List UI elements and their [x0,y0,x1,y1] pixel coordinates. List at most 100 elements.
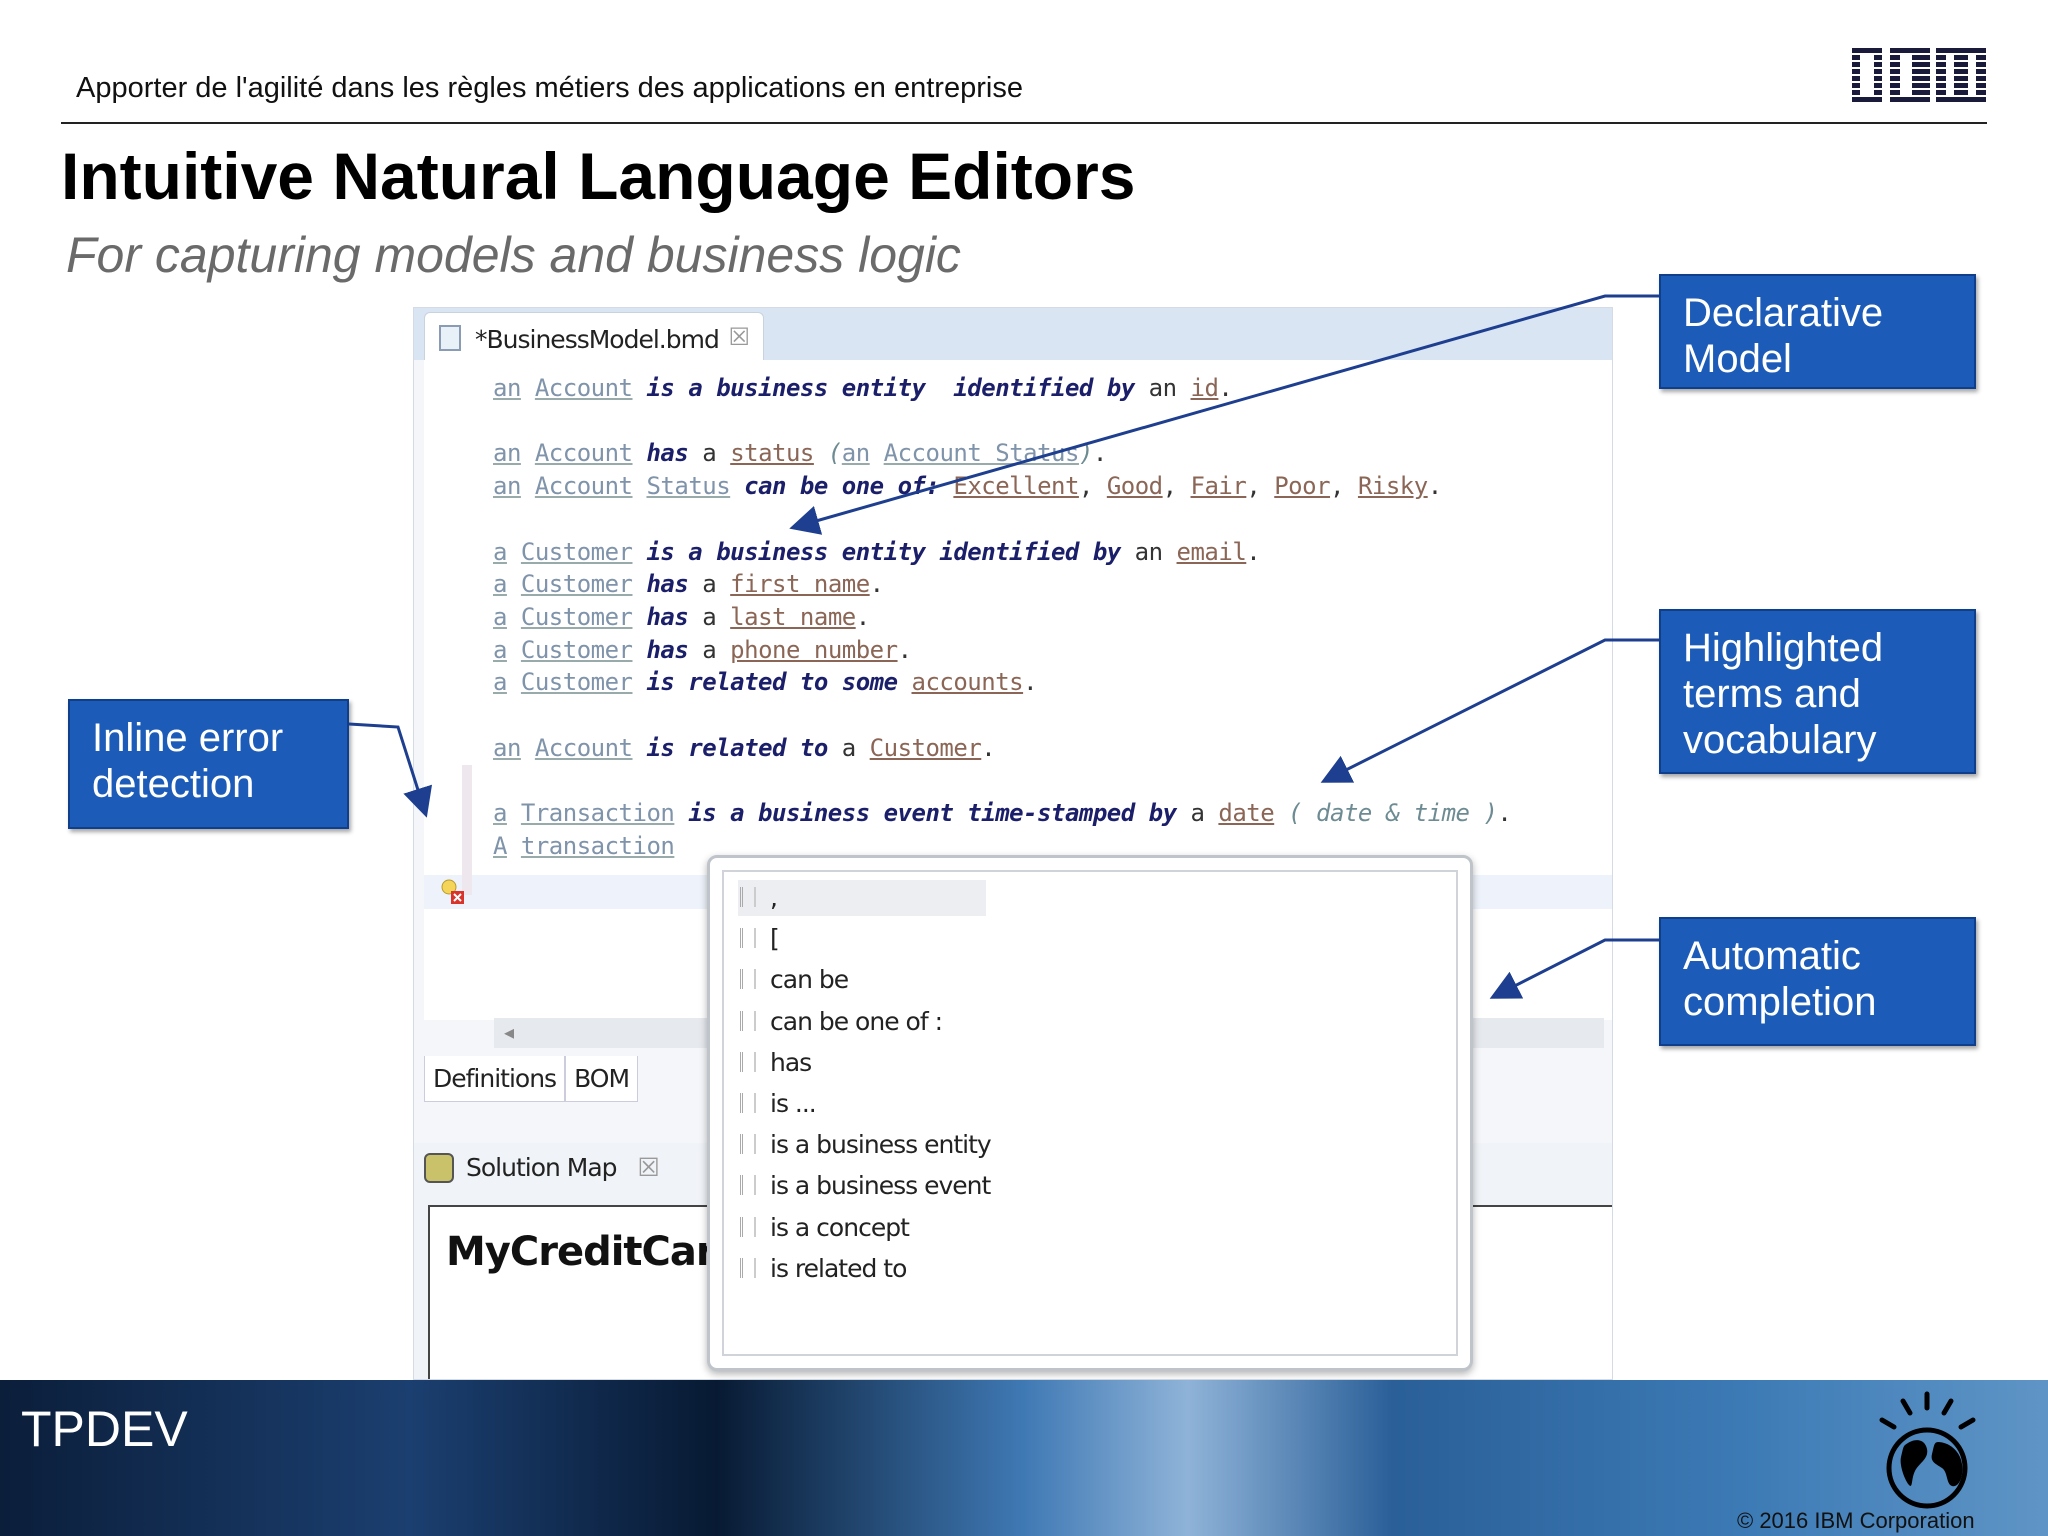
error-lightbulb-icon[interactable] [440,878,466,906]
plain-text: . [897,635,912,664]
plain-text [521,374,535,402]
plain-text: , [1078,472,1107,501]
attribute: Customer [869,733,982,762]
plain-text [507,799,521,827]
tab-bom[interactable]: BOM [565,1056,639,1102]
plain-text [633,603,647,631]
term: an [493,733,521,762]
editor-tab-bar: *BusinessModel.bmd ☒ [414,308,1612,360]
plain-text: a [1176,799,1219,828]
attribute: Fair [1190,472,1247,501]
attribute: accounts [911,668,1024,697]
tab-definitions[interactable]: Definitions [424,1056,566,1102]
solution-map-label: Solution Map [466,1153,618,1182]
completion-item[interactable]: , [738,880,986,916]
completion-item[interactable]: can be [738,962,849,998]
plain-text: an [1134,374,1191,402]
code-line: a Customer has a first name. [493,570,884,598]
completion-label: can be [770,965,849,995]
plain-text: . [1246,537,1261,566]
plain-text [633,472,647,500]
type-hint: ) [1078,439,1093,468]
code-line: an Account has a status (an Account Stat… [493,439,1107,467]
completion-label: is related to [770,1253,907,1283]
plain-text [939,472,953,500]
keyword-icon [740,1051,756,1072]
code-line: an Account is related to a Customer. [493,733,996,762]
term: Transaction [520,799,675,828]
completion-item[interactable]: is ... [738,1086,817,1122]
tab-solution-map[interactable]: Solution Map ☒ [424,1153,660,1183]
term: a [493,602,507,631]
plain-text [633,374,647,402]
keyword: is a business entity identified by [646,374,1135,402]
completion-label: [ [770,924,780,954]
term: a [493,799,507,828]
ibm-logo [1852,48,1986,102]
keyword: is related to some [646,668,898,697]
attribute: email [1176,537,1247,566]
term: a [493,537,507,566]
keyword-icon [740,969,756,990]
code-line: an Account is a business entity identifi… [493,374,1233,402]
scroll-left-icon[interactable]: ◂ [504,1020,514,1045]
callout-highlighted-terms: Highlighted terms and vocabulary [1659,609,1976,774]
attribute: id [1190,374,1219,402]
callout-inline-error: Inline error detection [68,699,349,829]
solution-name: MyCreditCard [446,1229,743,1275]
completion-item[interactable]: is related to [738,1251,907,1287]
plain-text: , [1162,472,1191,501]
completion-item[interactable]: has [738,1045,812,1081]
attribute: first name [730,570,870,599]
code-line: a Transaction is a business event time-s… [493,799,1512,828]
completion-label: , [770,883,778,912]
keyword: has [646,635,689,664]
keyword-icon [740,928,756,949]
type-hint: ( [827,439,842,468]
plain-text [674,799,688,827]
attribute: Risky [1357,472,1428,501]
attribute: Excellent [953,472,1079,501]
plain-text [507,603,521,631]
copyright: © 2016 IBM Corporation [1737,1508,1975,1533]
plain-text [730,472,744,500]
solution-map-icon [424,1153,454,1183]
completion-label: is a business event [770,1171,991,1201]
plain-text: a [688,602,731,631]
plain-text: a [688,439,731,468]
autocomplete-list: , [ can be can be one of : has is ... is a bus… [722,870,1458,1356]
attribute: phone number [730,635,898,664]
keyword-icon [740,1257,756,1278]
keyword: is related to [646,733,828,762]
term: Account [534,374,633,402]
completion-item[interactable]: is a business event [738,1168,991,1204]
term: Account [534,439,633,468]
completion-item[interactable]: can be one of : [738,1004,943,1040]
completion-label: is ... [770,1089,817,1118]
plain-text [633,570,647,598]
close-tab-icon[interactable]: ☒ [728,323,749,351]
term: Customer [520,602,633,631]
tab-label: *BusinessModel.bmd [475,325,720,354]
completion-label: is a concept [770,1212,910,1242]
completion-item[interactable]: is a business entity [738,1127,992,1163]
attribute: date [1218,799,1275,828]
term: an [841,439,870,468]
completion-item[interactable]: [ [738,921,780,957]
keyword: has [646,570,689,599]
completion-label: is a business entity [770,1130,992,1160]
code-line: an Account Status can be one of: Excelle… [493,472,1442,500]
attribute: status [730,439,814,468]
close-tab-icon[interactable]: ☒ [638,1153,660,1182]
keyword-icon [740,1093,756,1113]
completion-item[interactable]: is a concept [738,1210,910,1246]
term: Customer [520,635,633,664]
tab-business-model[interactable]: *BusinessModel.bmd ☒ [424,312,764,360]
plain-text [507,832,521,860]
presentation-subject: Apporter de l'agilité dans les règles mé… [76,72,1023,104]
code-line: A transaction [493,832,675,860]
code-line: a Customer is a business entity identifi… [493,537,1261,566]
completion-label: has [770,1047,812,1077]
completion-label: can be one of : [770,1006,943,1036]
term: an [493,374,521,402]
